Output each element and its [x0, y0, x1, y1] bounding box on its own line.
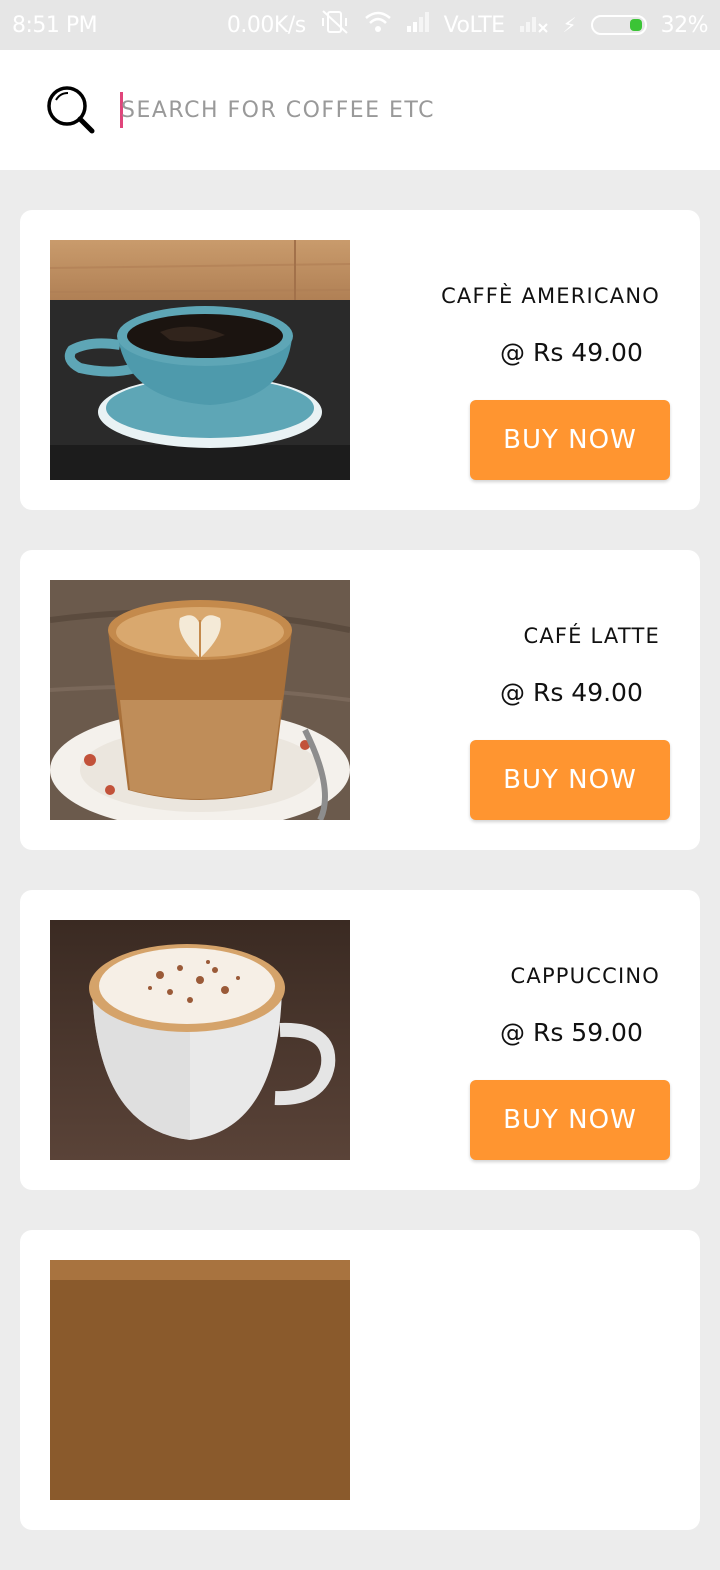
coffee-beans-photo [50, 1260, 350, 1500]
battery-icon [590, 15, 647, 35]
network-type: VoLTE [443, 12, 505, 38]
product-name: CAFÉ LATTE [523, 624, 660, 648]
product-card[interactable]: CAFFÈ AMERICANO @ Rs 49.00 BUY NOW [20, 210, 700, 510]
product-info: CAPPUCCINO @ Rs 59.00 BUY NOW [400, 920, 680, 1160]
charging-icon: ⚡ [562, 13, 577, 37]
signal-icon [406, 11, 430, 39]
cappuccino-cup-photo [50, 920, 350, 1160]
latte-glass-photo [50, 580, 350, 820]
product-name: CAFFÈ AMERICANO [441, 284, 660, 308]
status-time: 8:51 PM [12, 12, 98, 38]
product-card[interactable]: CAPPUCCINO @ Rs 59.00 BUY NOW [20, 890, 700, 1190]
search-bar [0, 50, 720, 170]
product-card[interactable] [20, 1230, 700, 1530]
product-list: CAFFÈ AMERICANO @ Rs 49.00 BUY NOW CAFÉ … [20, 210, 700, 1570]
product-info: CAFFÈ AMERICANO @ Rs 49.00 BUY NOW [400, 240, 680, 480]
vibrate-off-icon [320, 9, 350, 41]
search-icon[interactable] [44, 84, 98, 138]
buy-now-button[interactable]: BUY NOW [470, 1080, 670, 1160]
buy-now-button[interactable]: BUY NOW [470, 740, 670, 820]
search-input[interactable] [121, 90, 681, 130]
americano-cup-photo [50, 240, 350, 480]
product-price: @ Rs 49.00 [500, 338, 643, 367]
product-info: CAFÉ LATTE @ Rs 49.00 BUY NOW [400, 580, 680, 820]
status-bar: 8:51 PM 0.00K/s VoLTE ⚡ 32% [0, 0, 720, 50]
network-speed: 0.00K/s [226, 12, 306, 38]
product-card[interactable]: CAFÉ LATTE @ Rs 49.00 BUY NOW [20, 550, 700, 850]
product-price: @ Rs 49.00 [500, 678, 643, 707]
no-signal-icon [519, 11, 549, 39]
wifi-icon [364, 10, 392, 40]
buy-now-button[interactable]: BUY NOW [470, 400, 670, 480]
product-price: @ Rs 59.00 [500, 1018, 643, 1047]
product-name: CAPPUCCINO [510, 964, 660, 988]
battery-percent: 32% [660, 12, 709, 38]
